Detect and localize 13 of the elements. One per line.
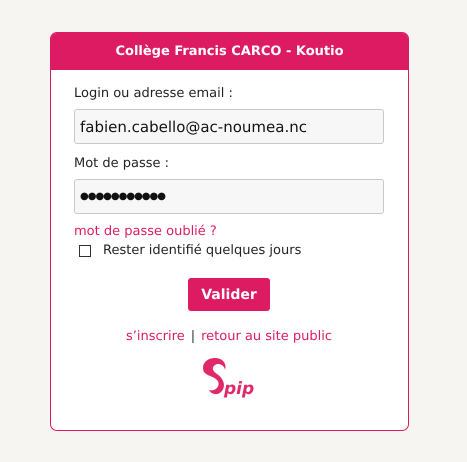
checkbox-label: Rester identifié quelques jours (103, 243, 302, 258)
password-field[interactable]: ●●●●●●●●●●● (74, 179, 384, 214)
separator: | (190, 329, 196, 344)
site-title: Collège Francis CARCO - Koutio (115, 44, 344, 59)
forgot-password-link[interactable]: mot de passe oublié ? (74, 224, 217, 239)
submit-button[interactable]: Valider (188, 278, 270, 311)
spip-logo: pip (201, 356, 257, 400)
field-label: Mot de passe : (74, 156, 170, 171)
field-label: Login ou adresse email : (74, 86, 234, 101)
login-field[interactable]: fabien.cabello@ac-noumea.nc (74, 109, 384, 144)
checkbox[interactable] (79, 244, 91, 256)
footer-link[interactable]: retour au site public (201, 329, 332, 344)
footer-link[interactable]: s’inscrire (126, 329, 185, 344)
